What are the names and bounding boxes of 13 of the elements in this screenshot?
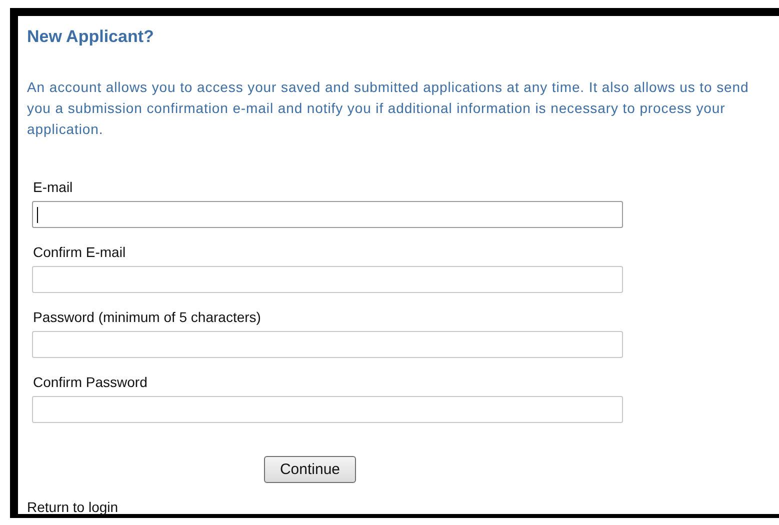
return-link[interactable]: Return to login bbox=[27, 498, 118, 516]
input-field[interactable] bbox=[32, 331, 623, 358]
field-label: Password (minimum of 5 characters) bbox=[33, 308, 261, 326]
continue-button[interactable]: Continue bbox=[264, 456, 356, 483]
text-cursor bbox=[37, 206, 38, 222]
intro-paragraph: An account allows you to access your saved and submitted applications at any time. It also allows us to send you a submission confirmation e-mail and notify you if additional information is necessary to process your application. bbox=[27, 78, 750, 139]
page-heading: New Applicant? bbox=[27, 26, 154, 48]
input-field[interactable] bbox=[32, 266, 623, 293]
field-label: E-mail bbox=[33, 178, 73, 196]
input-field[interactable] bbox=[32, 201, 623, 228]
input-field[interactable] bbox=[32, 396, 623, 423]
field-label: Confirm E-mail bbox=[33, 243, 126, 261]
field-label: Confirm Password bbox=[33, 373, 148, 391]
